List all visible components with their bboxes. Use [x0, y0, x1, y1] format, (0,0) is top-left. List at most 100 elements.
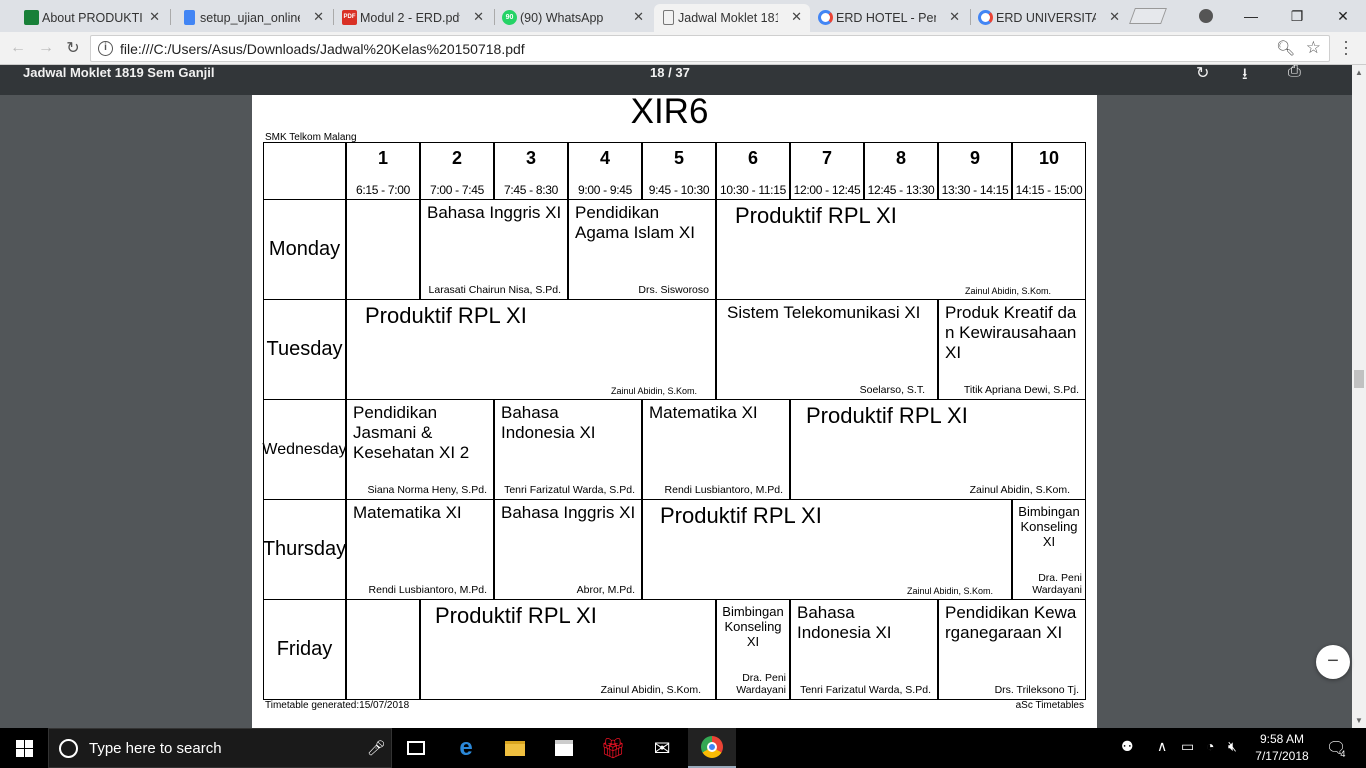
- lesson-teacher: Zainul Abidin, S.Kom.: [964, 286, 1051, 296]
- day-thursday: Thursday: [263, 499, 346, 600]
- bookmark-star-icon[interactable]: ☆: [1306, 38, 1321, 58]
- tab-setup-ujian[interactable]: setup_ujian_online ✕: [176, 4, 332, 32]
- store-icon[interactable]: [540, 728, 588, 768]
- battery-icon[interactable]: ▭: [1181, 738, 1194, 755]
- day-wednesday: Wednesday: [262, 399, 347, 500]
- forward-button[interactable]: →: [36, 38, 56, 58]
- start-button[interactable]: [0, 728, 48, 768]
- new-tab-button[interactable]: [1129, 8, 1167, 24]
- tab-erd-hotel[interactable]: ERD HOTEL - Pene ✕: [812, 4, 968, 32]
- print-icon[interactable]: ⎙: [1288, 63, 1301, 81]
- lesson-cell: Produktif RPL XI Zainul Abidin, S.Kom.: [420, 599, 716, 700]
- tab-modul-erd[interactable]: PDF Modul 2 - ERD.pdf ✕: [336, 4, 492, 32]
- scroll-thumb[interactable]: [1354, 370, 1364, 388]
- rotate-icon[interactable]: ↻: [1196, 63, 1209, 83]
- period-time: 6:15 - 7:00: [355, 183, 411, 197]
- mail-icon[interactable]: ✉: [638, 728, 686, 768]
- period-time: 12:00 - 12:45: [793, 183, 861, 197]
- lesson-teacher: Drs. Sisworoso: [638, 284, 709, 296]
- period-number: 4: [599, 148, 610, 168]
- tab-jadwal-moklet[interactable]: Jadwal Moklet 181 ✕: [654, 4, 810, 32]
- lesson-teacher: Siana Norma Heny, S.Pd.: [367, 484, 487, 496]
- close-icon[interactable]: ✕: [313, 9, 324, 25]
- whatsapp-icon: 90: [502, 10, 517, 25]
- show-hidden-icons[interactable]: ∧: [1157, 738, 1167, 755]
- lesson-cell: Pendidikan Jasmani & Kesehatan XI 2 Sian…: [346, 399, 494, 500]
- taskbar-search[interactable]: Type here to search 🎤︎: [48, 728, 392, 768]
- zoom-out-button[interactable]: −: [1316, 645, 1350, 679]
- tab-about-produktif[interactable]: About PRODUKTIF ✕: [18, 4, 168, 32]
- lesson-subject: Produktif RPL XI: [435, 603, 597, 628]
- tab-erd-universitas[interactable]: ERD UNIVERSITAS ✕: [972, 4, 1128, 32]
- chrome-taskbar-icon[interactable]: [688, 728, 736, 768]
- volume-icon[interactable]: 🔇︎: [1228, 738, 1237, 755]
- page-current[interactable]: 18: [650, 65, 664, 80]
- chrome-menu-icon[interactable]: · · ·: [1343, 32, 1349, 62]
- back-button[interactable]: ←: [8, 38, 28, 58]
- lesson-cell: Produktif RPL XI Zainul Abidin, S.Kom.: [346, 299, 716, 400]
- lesson-cell: Produktif RPL XI Zainul Abidin, S.Kom.: [790, 399, 1086, 500]
- period-header: 10 14:15 - 15:00: [1012, 142, 1086, 200]
- lesson-subject: Bimbingan Konseling XI: [1018, 504, 1080, 549]
- close-icon[interactable]: ✕: [633, 9, 644, 25]
- zoom-icon[interactable]: 🔍︎: [1276, 39, 1295, 57]
- lesson-subject: Bahasa Inggris XI: [501, 503, 636, 522]
- download-icon[interactable]: ⭳: [1242, 63, 1248, 90]
- info-icon[interactable]: i: [98, 41, 113, 56]
- profile-icon[interactable]: [1183, 0, 1229, 32]
- period-time: 7:00 - 7:45: [429, 183, 485, 197]
- close-window-button[interactable]: ✕: [1320, 0, 1366, 32]
- scroll-down-arrow[interactable]: ▼: [1355, 716, 1363, 725]
- gift-app-icon[interactable]: 🎁︎: [589, 728, 637, 768]
- generated-date: Timetable generated:15/07/2018: [265, 700, 410, 711]
- task-view-icon[interactable]: [392, 728, 440, 768]
- close-icon[interactable]: ✕: [149, 9, 160, 25]
- scroll-up-arrow[interactable]: ▲: [1355, 68, 1363, 77]
- vertical-scrollbar[interactable]: ▲ ▼: [1352, 65, 1366, 728]
- period-header: 3 7:45 - 8:30: [494, 142, 568, 200]
- class-title: XIR6: [630, 92, 709, 131]
- lesson-subject: Produktif RPL XI: [806, 403, 968, 428]
- edge-icon[interactable]: e: [442, 728, 490, 768]
- empty-slot: [346, 599, 420, 700]
- lesson-cell: Bahasa Inggris XI Larasati Chairun Nisa,…: [420, 199, 568, 300]
- lesson-subject: Bahasa Inggris XI: [427, 203, 562, 222]
- lesson-teacher: Dra. Peni Wardayani: [736, 672, 786, 696]
- system-clock[interactable]: 9:58 AM 7/17/2018: [1248, 731, 1316, 765]
- close-icon[interactable]: ✕: [473, 9, 484, 25]
- period-number: 2: [451, 148, 462, 168]
- windows-taskbar: Type here to search 🎤︎ e 🎁︎ ✉ ⚉ ∧ ▭ ◔ 🔇︎…: [0, 728, 1366, 768]
- lesson-teacher: Zainul Abidin, S.Kom.: [610, 386, 697, 396]
- minimize-button[interactable]: —: [1228, 0, 1274, 32]
- period-time: 13:30 - 14:15: [941, 183, 1009, 197]
- period-header: 5 9:45 - 10:30: [642, 142, 716, 200]
- reload-button[interactable]: ↻: [63, 38, 83, 58]
- url-text[interactable]: file:///C:/Users/Asus/Downloads/Jadwal%2…: [120, 41, 525, 57]
- google-icon: [818, 10, 833, 25]
- period-header: 6 10:30 - 11:15: [716, 142, 790, 200]
- microphone-icon[interactable]: 🎤︎: [367, 739, 386, 757]
- maximize-button[interactable]: ❐: [1274, 0, 1320, 32]
- address-bar[interactable]: i file:///C:/Users/Asus/Downloads/Jadwal…: [90, 35, 1330, 62]
- notification-center-icon[interactable]: 🗨︎4: [1326, 738, 1351, 759]
- corner-cell: [263, 142, 346, 200]
- lesson-subject: Produktif RPL XI: [660, 503, 822, 528]
- lesson-teacher: Tenri Farizatul Warda, S.Pd.: [800, 684, 931, 696]
- lesson-subject: Matematika XI: [649, 403, 758, 422]
- lesson-subject: Produktif RPL XI: [365, 303, 527, 328]
- wifi-icon[interactable]: ◔: [1206, 738, 1214, 754]
- lesson-cell: Pendidikan Agama Islam XI Drs. Sisworoso: [568, 199, 716, 300]
- search-placeholder[interactable]: Type here to search: [89, 740, 222, 757]
- tab-label: ERD UNIVERSITAS: [996, 11, 1096, 25]
- file-explorer-icon[interactable]: [491, 728, 539, 768]
- close-icon[interactable]: ✕: [1109, 9, 1120, 25]
- tab-whatsapp[interactable]: 90 (90) WhatsApp ✕: [496, 4, 652, 32]
- close-icon[interactable]: ✕: [949, 9, 960, 25]
- people-icon[interactable]: ⚉: [1121, 738, 1134, 755]
- windows-logo-icon: [15, 739, 33, 757]
- close-icon[interactable]: ✕: [791, 9, 802, 25]
- page-indicator[interactable]: 18 / 37: [650, 65, 690, 80]
- lesson-cell: Bahasa Indonesia XI Tenri Farizatul Ward…: [790, 599, 938, 700]
- page-separator: /: [668, 65, 672, 80]
- lesson-subject: Pendidikan Kewarganegaraan XI: [945, 603, 1077, 642]
